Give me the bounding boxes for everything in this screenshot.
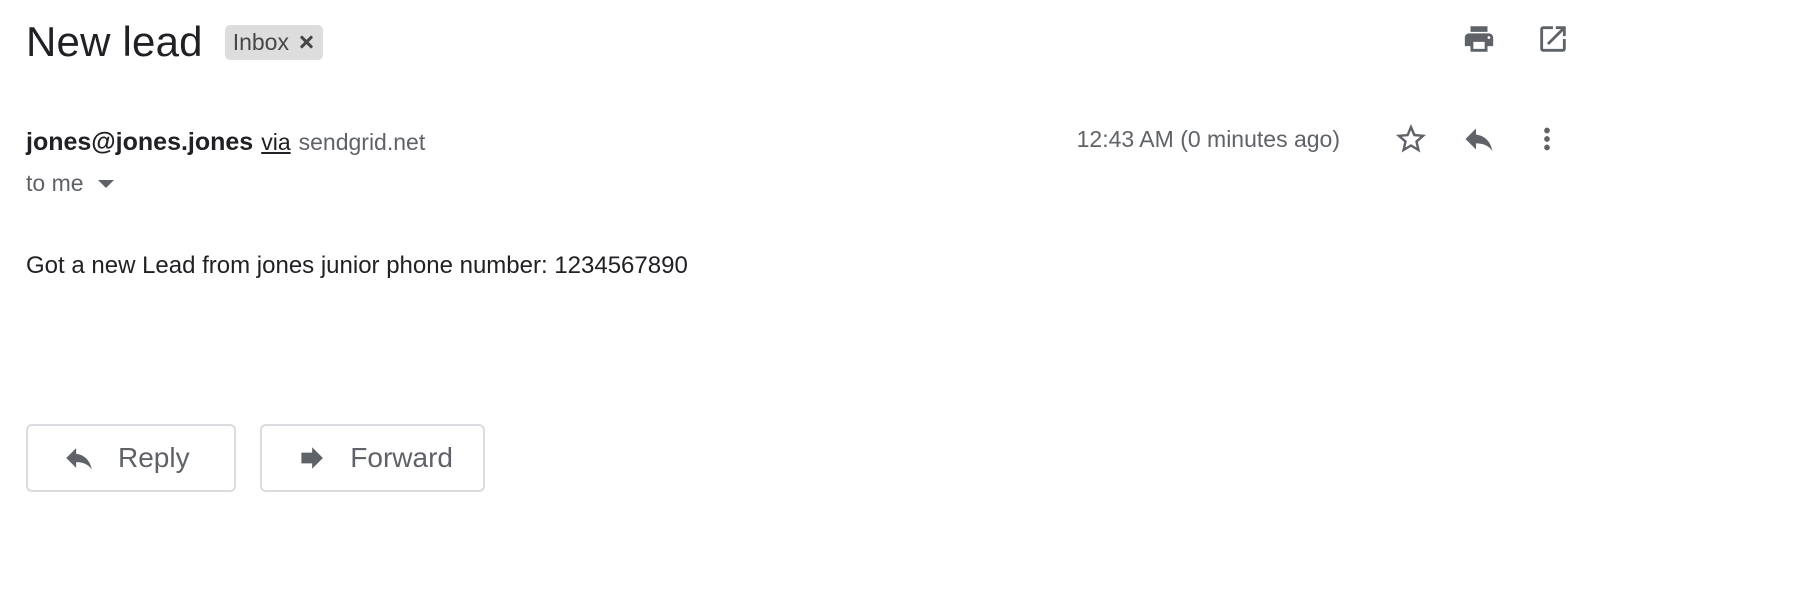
reply-icon (66, 448, 92, 470)
label-chip-text: Inbox (232, 28, 289, 55)
sender-row: jones@jones.jones via sendgrid.net (26, 128, 425, 157)
show-details-caret-icon[interactable] (97, 179, 114, 188)
via-domain: sendgrid.net (298, 129, 426, 155)
message-meta: 12:43 AM (0 minutes ago) (1077, 120, 1566, 158)
inbox-label-chip[interactable]: Inbox (224, 24, 323, 60)
sender-email[interactable]: jones@jones.jones (26, 128, 253, 157)
thread-actions (1460, 20, 1572, 58)
reply-button-label: Reply (118, 442, 190, 473)
reply-forward-actions: Reply Forward (26, 424, 485, 492)
forward-button-label: Forward (350, 442, 453, 473)
timestamp: 12:43 AM (0 minutes ago) (1076, 125, 1340, 152)
print-button[interactable] (1460, 20, 1498, 58)
forward-button[interactable]: Forward (260, 424, 485, 492)
remove-label-icon[interactable] (299, 35, 313, 49)
forward-icon (301, 447, 323, 469)
more-options-button[interactable] (1528, 120, 1566, 158)
reply-icon-button[interactable] (1460, 120, 1498, 158)
recipient-row: to me (26, 170, 114, 197)
open-in-new-window-button[interactable] (1534, 20, 1572, 58)
print-icon (1464, 26, 1494, 52)
subject-row: New lead Inbox (26, 14, 323, 70)
star-button[interactable] (1392, 120, 1430, 158)
reply-button[interactable]: Reply (26, 424, 236, 492)
open-in-new-window-icon (1540, 26, 1566, 52)
star-icon (1396, 124, 1426, 153)
reply-icon (1465, 128, 1493, 151)
more-vertical-icon (1544, 127, 1550, 151)
recipient-text: to me (26, 170, 84, 196)
email-body: Got a new Lead from jones junior phone n… (26, 252, 688, 279)
email-subject: New lead (26, 18, 203, 65)
via-link[interactable]: via (261, 129, 290, 156)
